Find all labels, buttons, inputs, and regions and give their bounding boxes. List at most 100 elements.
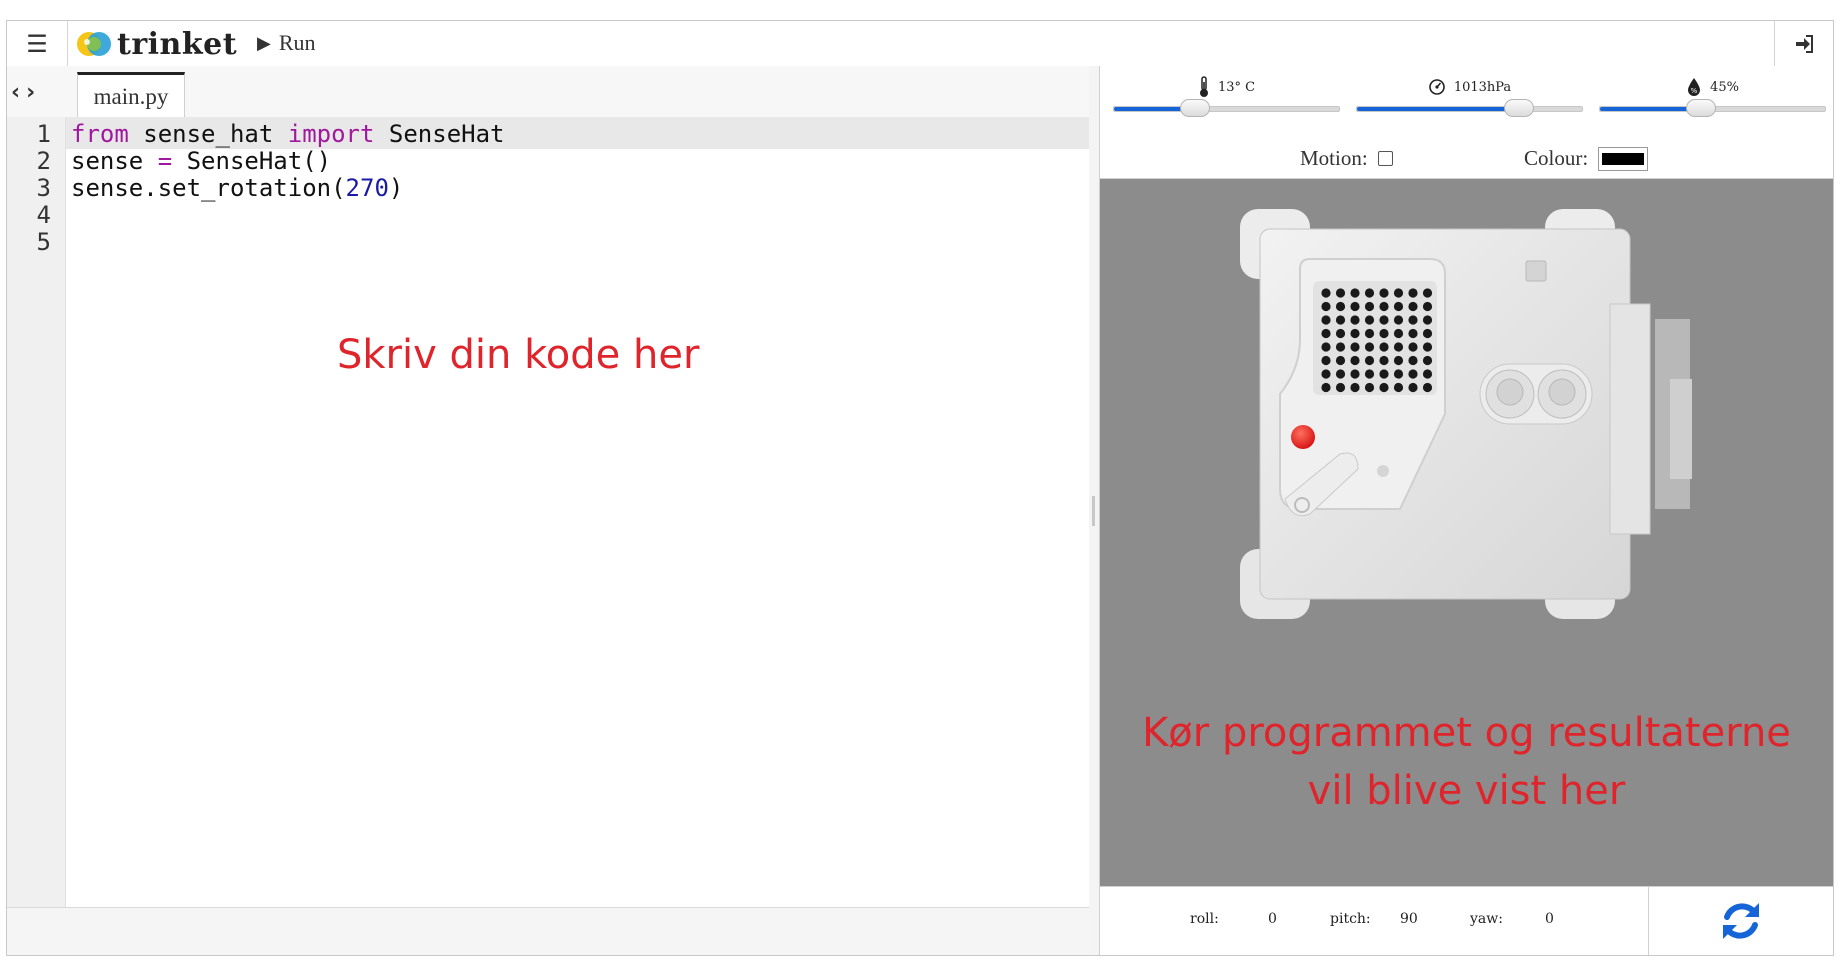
led-pixel	[1350, 315, 1360, 325]
file-tab-bar: ‹ › main.py	[7, 66, 1089, 118]
line-number: 5	[36, 228, 51, 256]
led-pixel	[1350, 328, 1360, 339]
pitch-value[interactable]: 90	[1400, 911, 1418, 927]
tab-main-py[interactable]: main.py	[77, 72, 185, 118]
led-pixel	[1364, 315, 1375, 325]
led-pixel	[1408, 355, 1418, 366]
led-pixel	[1335, 355, 1346, 366]
led-pixel	[1321, 328, 1331, 339]
led-pixel	[1379, 355, 1389, 366]
humidity-value: 45%	[1710, 79, 1739, 95]
sense-hat-device-image	[1240, 209, 1692, 619]
led-pixel	[1321, 369, 1331, 379]
led-pixel	[1335, 342, 1346, 352]
led-pixel	[1321, 355, 1331, 366]
file-tab-label: main.py	[93, 83, 169, 109]
motion-checkbox[interactable]	[1377, 151, 1393, 166]
yaw-label: yaw:	[1470, 911, 1503, 927]
humidity-slider-group: % 45%	[1599, 76, 1826, 136]
led-pixel	[1335, 328, 1346, 339]
humidity-slider-thumb[interactable]	[1686, 99, 1717, 117]
led-pixel	[1393, 328, 1404, 339]
led-pixel	[1379, 301, 1389, 312]
led-pixel	[1422, 369, 1433, 379]
colour-picker[interactable]	[1598, 146, 1649, 171]
led-pixel	[1350, 342, 1360, 352]
temperature-value: 13° C	[1217, 79, 1256, 95]
led-pixel	[1364, 382, 1375, 393]
led-pixel	[1422, 288, 1433, 298]
pressure-slider-group: 1013hPa	[1356, 76, 1583, 136]
pressure-value: 1013hPa	[1453, 79, 1512, 95]
sign-in-icon	[1796, 34, 1813, 53]
colour-swatch-value	[1602, 152, 1645, 165]
led-pixel	[1393, 288, 1404, 298]
run-label: Run	[278, 30, 316, 55]
led-pixel	[1335, 369, 1346, 379]
led-pixel	[1393, 355, 1404, 366]
led-pixel	[1321, 342, 1331, 352]
led-pixel	[1379, 382, 1389, 393]
led-pixel	[1393, 301, 1404, 312]
motion-control: Motion:	[1300, 146, 1393, 171]
reset-orientation-button[interactable]	[1649, 887, 1833, 955]
pressure-slider-thumb[interactable]	[1504, 99, 1534, 117]
gauge-icon	[1429, 79, 1445, 95]
splitter-grip[interactable]	[1092, 496, 1095, 526]
run-button[interactable]: ▶ Run	[257, 29, 316, 57]
led-pixel	[1408, 328, 1418, 339]
code-area[interactable]: 1 2 3 4 5 from sense_hat import SenseHat…	[7, 117, 1089, 907]
svg-text:%: %	[1691, 87, 1698, 95]
led-pixel	[1393, 382, 1404, 393]
led-pixel	[1364, 301, 1375, 312]
trinket-logo[interactable]: trinket	[75, 27, 237, 62]
led-pixel	[1321, 315, 1331, 325]
chevron-left-icon: ‹	[11, 79, 21, 105]
output-hint-text: Kør programmet og resultaterne vil blive…	[1100, 704, 1833, 820]
led-pixel	[1408, 342, 1418, 352]
line-number-gutter: 1 2 3 4 5	[7, 117, 66, 907]
led-pixel	[1364, 288, 1375, 298]
led-pixel	[1364, 355, 1375, 366]
menu-button[interactable]: ☰	[7, 21, 68, 66]
temperature-slider[interactable]	[1113, 99, 1340, 117]
led-pixel	[1393, 315, 1404, 325]
top-bar: ☰ trinket ▶ Run	[7, 21, 1833, 67]
hamburger-icon: ☰	[26, 29, 48, 58]
roll-value[interactable]: 0	[1268, 911, 1277, 927]
led-pixel	[1379, 342, 1389, 352]
led-pixel	[1350, 382, 1360, 393]
led-pixel	[1379, 315, 1389, 325]
output-hint-line-2: vil blive vist her	[1307, 768, 1626, 814]
chevron-right-icon: ›	[26, 79, 36, 105]
led-pixel	[1408, 288, 1418, 298]
led-pixel	[1393, 342, 1404, 352]
led-pixel	[1350, 288, 1360, 298]
led-pixel	[1379, 369, 1389, 379]
trinket-logo-icon	[77, 32, 111, 56]
led-pixel	[1379, 288, 1389, 298]
humidity-slider[interactable]	[1599, 99, 1826, 117]
humidity-drop-icon: %	[1688, 78, 1701, 96]
sensor-controls: 13° C 1013hPa % 45% Motion: Colour:	[1100, 66, 1833, 179]
pressure-slider[interactable]	[1356, 99, 1583, 117]
orientation-values: roll: 0 pitch: 90 yaw: 0	[1100, 887, 1649, 955]
trinket-app: ☰ trinket ▶ Run ‹ › main.py 1 2 3 4 5 fr…	[6, 20, 1834, 956]
led-pixel	[1335, 301, 1346, 312]
code-line-3: sense.set_rotation(270)	[71, 174, 404, 202]
colour-label: Colour:	[1524, 146, 1589, 170]
motion-colour-row: Motion: Colour:	[1100, 146, 1833, 172]
login-button[interactable]	[1774, 21, 1833, 66]
led-pixel	[1364, 328, 1375, 339]
pitch-label: pitch:	[1330, 911, 1371, 927]
led-pixel	[1408, 315, 1418, 325]
panel-splitter[interactable]	[1089, 66, 1100, 955]
thermometer-icon	[1199, 76, 1208, 97]
temperature-slider-thumb[interactable]	[1180, 99, 1210, 117]
toggle-file-nav-button[interactable]: ‹ ›	[11, 76, 61, 108]
led-pixel	[1422, 382, 1433, 393]
led-pixel	[1335, 288, 1346, 298]
yaw-value[interactable]: 0	[1545, 911, 1554, 927]
roll-label: roll:	[1190, 911, 1219, 927]
editor-hint-text: Skriv din kode her	[337, 332, 700, 378]
